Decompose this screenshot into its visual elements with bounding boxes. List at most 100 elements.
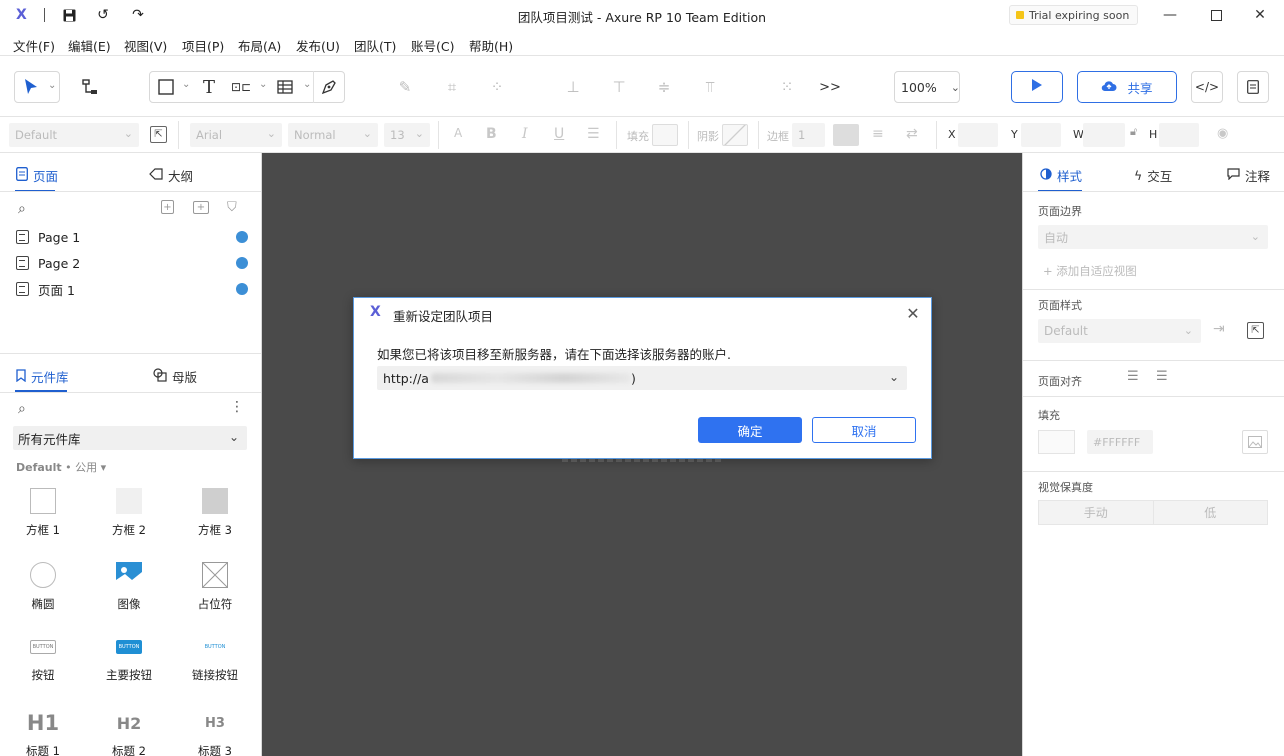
tab-notes[interactable]: 注释	[1227, 166, 1270, 185]
close-window-icon[interactable]: ✕	[1250, 5, 1270, 25]
placeholder-icon	[201, 561, 229, 589]
tab-interactions[interactable]: ϟ 交互	[1134, 166, 1172, 185]
connector-tool-icon[interactable]	[74, 71, 106, 103]
format-divider	[178, 121, 179, 149]
reset-team-project-dialog: X 重新设定团队项目 ✕ 如果您已将该项目移至新服务器，请在下面选择该服务器的账…	[353, 297, 932, 459]
menu-view[interactable]: 视图(V)	[124, 36, 167, 55]
format-divider	[688, 121, 689, 149]
style-select[interactable]: Default ⌄	[9, 123, 139, 147]
ok-button[interactable]: 确定	[698, 417, 802, 443]
tab-outline[interactable]: 大纲	[149, 166, 193, 185]
chevron-down-icon[interactable]: ⌄	[182, 79, 190, 90]
widget-button[interactable]: BUTTON 按钮	[3, 640, 83, 683]
menu-project[interactable]: 项目(P)	[182, 36, 224, 55]
widget-box3[interactable]: 方框 3	[175, 488, 255, 538]
widget-primary-button[interactable]: BUTTON 主要按钮	[89, 640, 169, 683]
widget-box1[interactable]: 方框 1	[3, 488, 83, 538]
select-tool-group[interactable]: ⌄	[14, 71, 60, 103]
page-item[interactable]: Page 2	[16, 253, 248, 273]
search-icon[interactable]: ⌕	[18, 401, 26, 417]
widget-label: 方框 2	[112, 523, 146, 537]
preview-button[interactable]	[1011, 71, 1063, 103]
library-group-header[interactable]: Default • 公用 ▾	[16, 459, 106, 475]
menu-publish[interactable]: 发布(U)	[296, 36, 340, 55]
menu-account[interactable]: 账号(C)	[411, 36, 454, 55]
widget-label: 标题 1	[26, 744, 60, 756]
widget-link-button[interactable]: BUTTON 链接按钮	[175, 640, 255, 683]
add-folder-icon[interactable]: +	[193, 201, 209, 214]
document-icon[interactable]	[1237, 71, 1269, 103]
font-size-select[interactable]: 13 ⌄	[384, 123, 430, 147]
tab-masters[interactable]: 母版	[153, 367, 197, 386]
filter-icon[interactable]: ⛉	[227, 200, 237, 215]
style-icon	[1040, 168, 1052, 183]
pen-tool-icon[interactable]	[313, 71, 345, 103]
widget-image[interactable]: 图像	[89, 562, 169, 612]
tab-library-label: 元件库	[31, 370, 69, 385]
fill-image-icon[interactable]	[1242, 430, 1268, 454]
maximize-icon[interactable]	[1206, 5, 1226, 25]
widget-h2[interactable]: H2 标题 2	[89, 711, 169, 756]
rectangle-tool-icon[interactable]	[150, 71, 182, 103]
style-manager-icon[interactable]: ⇱	[1247, 322, 1264, 339]
format-bar: Default ⌄ ⇱ Arial ⌄ Normal ⌄ 13 ⌄ A B I …	[0, 117, 1284, 153]
more-options-icon[interactable]: ⋮	[230, 399, 244, 415]
page-item[interactable]: Page 1	[16, 227, 248, 247]
panel-divider	[0, 353, 261, 354]
widget-h3[interactable]: H3 标题 3	[175, 711, 255, 756]
tab-masters-label: 母版	[172, 370, 198, 385]
more-tools-icon[interactable]: >>	[814, 71, 846, 103]
x-input	[958, 123, 998, 147]
chevron-down-icon[interactable]: ⌄	[303, 79, 311, 90]
page-item-label: Page 2	[38, 255, 81, 271]
tab-pages[interactable]: 页面	[16, 166, 58, 185]
align-center-icon[interactable]: ☰	[1156, 369, 1168, 384]
close-icon[interactable]: ✕	[903, 303, 923, 323]
code-icon[interactable]: </>	[1191, 71, 1223, 103]
minimize-icon[interactable]: —	[1160, 5, 1180, 25]
panel-divider	[1023, 191, 1284, 192]
font-size-value: 13	[390, 128, 405, 142]
share-button[interactable]: 共享	[1077, 71, 1177, 103]
text-tool-icon[interactable]: T	[193, 71, 225, 103]
format-divider	[758, 121, 759, 149]
style-manager-icon[interactable]: ⇱	[150, 126, 167, 143]
note-icon	[1227, 168, 1240, 183]
menu-file[interactable]: 文件(F)	[13, 36, 55, 55]
chevron-down-icon: ⌄	[362, 127, 372, 140]
search-icon[interactable]: ⌕	[18, 201, 26, 217]
border-width-value: 1	[798, 128, 806, 142]
menu-team[interactable]: 团队(T)	[354, 36, 396, 55]
page-item[interactable]: 页面 1	[16, 279, 248, 299]
library-group-sub: • 公用 ▾	[65, 461, 107, 474]
font-select[interactable]: Arial ⌄	[190, 123, 282, 147]
menu-edit[interactable]: 编辑(E)	[68, 36, 111, 55]
page-status-dot	[236, 283, 248, 295]
box1-thumbnail	[30, 488, 56, 514]
zoom-select[interactable]: 100% ⌄	[894, 71, 960, 103]
menu-layout[interactable]: 布局(A)	[238, 36, 281, 55]
trial-badge[interactable]: Trial expiring soon	[1009, 5, 1139, 25]
widget-h1[interactable]: H1 标题 1	[3, 711, 83, 756]
widget-placeholder[interactable]: 占位符	[175, 561, 255, 612]
widget-ellipse[interactable]: 椭圆	[3, 562, 83, 612]
fill-color-swatch[interactable]	[1038, 430, 1075, 454]
fidelity-low-option: 低	[1153, 501, 1267, 524]
tab-library[interactable]: 元件库	[16, 367, 69, 386]
chevron-down-icon: ⌄	[950, 80, 960, 94]
fill-swatch	[652, 124, 678, 146]
add-page-icon[interactable]: +	[161, 200, 174, 214]
menu-help[interactable]: 帮助(H)	[469, 36, 513, 55]
align-left-icon[interactable]: ☰	[1127, 369, 1139, 384]
library-select[interactable]: 所有元件库 ⌄	[13, 426, 247, 450]
font-weight-select[interactable]: Normal ⌄	[288, 123, 378, 147]
cancel-button[interactable]: 取消	[812, 417, 916, 443]
tab-style[interactable]: 样式	[1040, 166, 1082, 185]
input-tool-icon[interactable]: ⊡⊏	[225, 71, 257, 103]
server-account-select[interactable]: http://a ) ⌄	[377, 366, 907, 390]
widget-box2[interactable]: 方框 2	[89, 488, 169, 538]
chevron-down-icon[interactable]: ⌄	[259, 79, 267, 90]
chevron-down-icon: ⌄	[123, 127, 133, 140]
table-tool-icon[interactable]	[269, 71, 301, 103]
widget-label: 方框 3	[198, 523, 232, 537]
